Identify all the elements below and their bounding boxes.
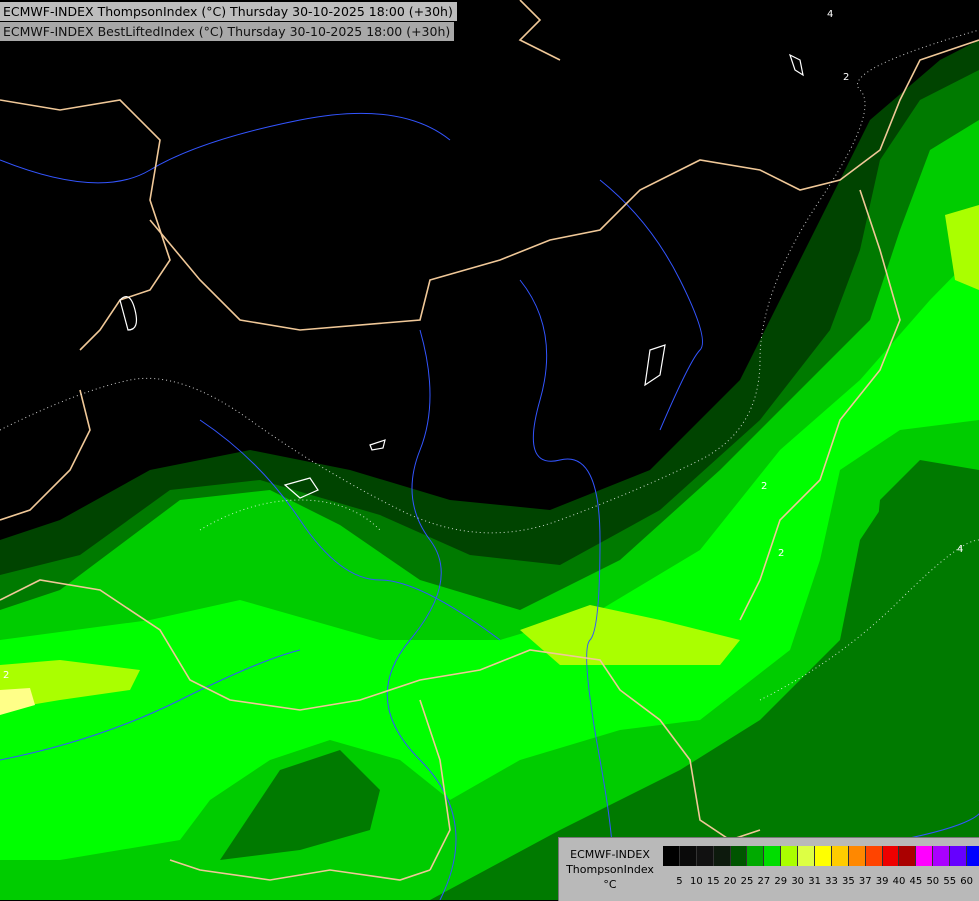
color-legend: ECMWF-INDEX ThompsonIndex °C 5 10 15 20 25 27… xyxy=(558,837,979,901)
legend-tick-label: 37 xyxy=(858,876,872,887)
legend-tick-label: 60 xyxy=(960,876,973,887)
contour-label: 2 xyxy=(761,481,767,492)
contour-label: 4 xyxy=(827,9,833,20)
legend-tick-label: 27 xyxy=(757,876,771,887)
weather-map: 4 2 2 2 4 2 xyxy=(0,0,979,900)
legend-tick-label: 10 xyxy=(689,876,703,887)
legend-swatch xyxy=(798,846,816,866)
legend-tick-label: 15 xyxy=(706,876,720,887)
legend-swatch xyxy=(663,846,680,866)
legend-unit: °C xyxy=(603,878,617,891)
legend-source: ECMWF-INDEX xyxy=(570,848,650,861)
legend-swatch xyxy=(713,846,731,866)
legend-swatch xyxy=(730,846,748,866)
map-title-thompson-index: ECMWF-INDEX ThompsonIndex (°C) Thursday … xyxy=(0,2,457,21)
legend-swatch xyxy=(882,846,900,866)
legend-swatch xyxy=(865,846,883,866)
map-title-best-lifted-index: ECMWF-INDEX BestLiftedIndex (°C) Thursda… xyxy=(0,22,455,41)
legend-swatch xyxy=(950,846,968,866)
legend-tick-label: 40 xyxy=(892,876,906,887)
legend-swatches xyxy=(663,846,979,866)
legend-swatch xyxy=(899,846,917,866)
legend-tick-label: 35 xyxy=(841,876,855,887)
legend-swatch xyxy=(747,846,765,866)
legend-swatch xyxy=(696,846,714,866)
legend-tick-label: 29 xyxy=(774,876,788,887)
contour-label: 2 xyxy=(3,670,9,681)
legend-swatch xyxy=(848,846,866,866)
legend-swatch xyxy=(781,846,799,866)
contour-label: 2 xyxy=(843,72,849,83)
legend-tick-label: 5 xyxy=(676,876,683,887)
legend-tick-label: 33 xyxy=(825,876,838,887)
legend-swatch xyxy=(764,846,782,866)
legend-ticks: 5 10 15 20 25 27 29 30 31 33 35 37 39 40 45 50 55 60 xyxy=(671,876,975,887)
legend-swatch xyxy=(831,846,849,866)
legend-tick-label: 31 xyxy=(808,876,821,887)
contour-label: 2 xyxy=(778,548,784,559)
legend-swatch xyxy=(916,846,934,866)
legend-tick-label: 50 xyxy=(926,876,940,887)
legend-swatch xyxy=(815,846,832,866)
legend-tick-label: 39 xyxy=(875,876,889,887)
legend-swatch xyxy=(967,846,979,866)
legend-tick-label: 45 xyxy=(909,876,923,887)
legend-tick-label: 25 xyxy=(740,876,754,887)
legend-swatch xyxy=(933,846,951,866)
legend-tick-label: 30 xyxy=(791,876,805,887)
legend-tick-label: 20 xyxy=(723,876,737,887)
legend-parameter: ThompsonIndex xyxy=(566,863,654,876)
legend-swatch xyxy=(679,846,697,866)
contour-label: 4 xyxy=(957,544,963,555)
legend-tick-label: 55 xyxy=(943,876,957,887)
